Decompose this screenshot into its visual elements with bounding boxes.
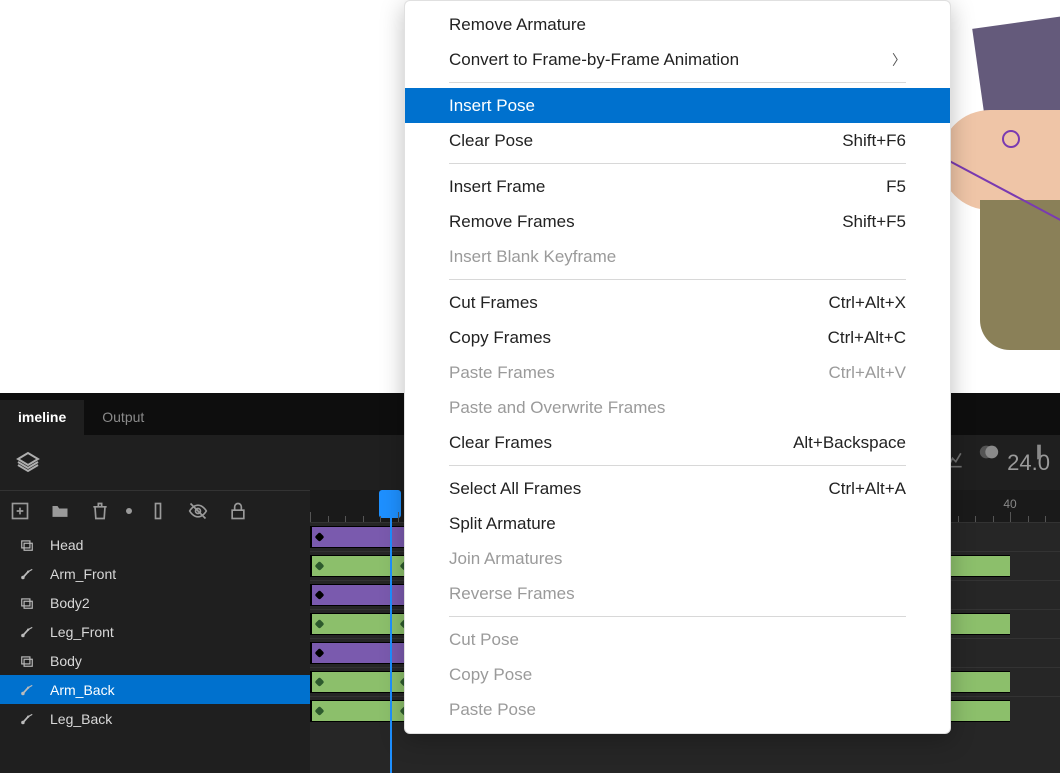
separator-dot — [126, 508, 132, 514]
symbol-icon — [16, 595, 38, 611]
menu-label: Reverse Frames — [449, 584, 575, 604]
menu-item: Join Armatures — [405, 541, 950, 576]
menu-item[interactable]: Clear Frames Alt+Backspace — [405, 425, 950, 460]
tab-timeline[interactable]: imeline — [0, 400, 84, 435]
new-layer-icon[interactable] — [10, 501, 30, 521]
menu-label: Clear Pose — [449, 131, 533, 151]
olive-shape — [980, 200, 1060, 350]
menu-item[interactable]: Insert Pose — [405, 88, 950, 123]
menu-separator — [449, 163, 906, 164]
menu-label: Insert Pose — [449, 96, 535, 116]
context-menu: Remove Armature Convert to Frame-by-Frame… — [404, 0, 951, 734]
highlight-icon[interactable] — [148, 501, 168, 521]
menu-label: Remove Frames — [449, 212, 575, 232]
top-right-icons — [978, 441, 1050, 468]
menu-shortcut: Ctrl+Alt+C — [828, 328, 906, 348]
menu-item[interactable]: Cut Frames Ctrl+Alt+X — [405, 285, 950, 320]
menu-label: Paste and Overwrite Frames — [449, 398, 665, 418]
menu-item: Paste Pose — [405, 692, 950, 727]
menu-shortcut: Ctrl+Alt+X — [829, 293, 906, 313]
skin-shape — [940, 110, 1060, 210]
menu-item[interactable]: Select All Frames Ctrl+Alt+A — [405, 471, 950, 506]
menu-separator — [449, 465, 906, 466]
symbol-icon — [16, 537, 38, 553]
menu-item: Copy Pose — [405, 657, 950, 692]
layers-icon[interactable] — [16, 451, 40, 475]
menu-label: Cut Frames — [449, 293, 538, 313]
menu-label: Convert to Frame-by-Frame Animation — [449, 50, 739, 70]
menu-shortcut: F5 — [886, 177, 906, 197]
playhead-line[interactable] — [390, 490, 392, 773]
menu-label: Insert Frame — [449, 177, 545, 197]
menu-item[interactable]: Convert to Frame-by-Frame Animation 〉 — [405, 42, 950, 77]
menu-shortcut: Ctrl+Alt+V — [829, 363, 906, 383]
menu-item[interactable]: Remove Armature — [405, 7, 950, 42]
menu-item: Reverse Frames — [405, 576, 950, 611]
folder-icon[interactable] — [50, 501, 70, 521]
lock-icon[interactable] — [228, 501, 248, 521]
menu-shortcut: Shift+F5 — [842, 212, 906, 232]
menu-label: Copy Pose — [449, 665, 532, 685]
menu-label: Select All Frames — [449, 479, 581, 499]
menu-shortcut: Alt+Backspace — [793, 433, 906, 453]
menu-label: Paste Pose — [449, 700, 536, 720]
menu-label: Split Armature — [449, 514, 556, 534]
armature-icon — [16, 711, 38, 727]
bone-joint[interactable] — [1002, 130, 1020, 148]
menu-item: Paste and Overwrite Frames — [405, 390, 950, 425]
onion-skin-icon[interactable] — [978, 441, 1000, 468]
symbol-icon — [16, 653, 38, 669]
visibility-icon[interactable] — [188, 501, 208, 521]
menu-separator — [449, 616, 906, 617]
armature-icon — [16, 566, 38, 582]
menu-item[interactable]: Remove Frames Shift+F5 — [405, 204, 950, 239]
delete-icon[interactable] — [90, 501, 110, 521]
menu-label: Remove Armature — [449, 15, 586, 35]
menu-item[interactable]: Insert Frame F5 — [405, 169, 950, 204]
menu-item[interactable]: Split Armature — [405, 506, 950, 541]
armature-icon — [16, 682, 38, 698]
menu-label: Cut Pose — [449, 630, 519, 650]
menu-separator — [449, 279, 906, 280]
menu-item[interactable]: Clear Pose Shift+F6 — [405, 123, 950, 158]
menu-item: Cut Pose — [405, 622, 950, 657]
menu-label: Join Armatures — [449, 549, 562, 569]
menu-label: Copy Frames — [449, 328, 551, 348]
menu-shortcut: Shift+F6 — [842, 131, 906, 151]
menu-label: Clear Frames — [449, 433, 552, 453]
menu-shortcut: Ctrl+Alt+A — [829, 479, 906, 499]
marker-icon[interactable] — [1028, 441, 1050, 468]
menu-item[interactable]: Copy Frames Ctrl+Alt+C — [405, 320, 950, 355]
menu-label: Insert Blank Keyframe — [449, 247, 616, 267]
ruler-label: 40 — [1003, 497, 1016, 511]
menu-label: Paste Frames — [449, 363, 555, 383]
chevron-right-icon: 〉 — [892, 50, 906, 70]
tab-output[interactable]: Output — [84, 400, 162, 435]
menu-item: Paste Frames Ctrl+Alt+V — [405, 355, 950, 390]
menu-separator — [449, 82, 906, 83]
armature-icon — [16, 624, 38, 640]
menu-item: Insert Blank Keyframe — [405, 239, 950, 274]
